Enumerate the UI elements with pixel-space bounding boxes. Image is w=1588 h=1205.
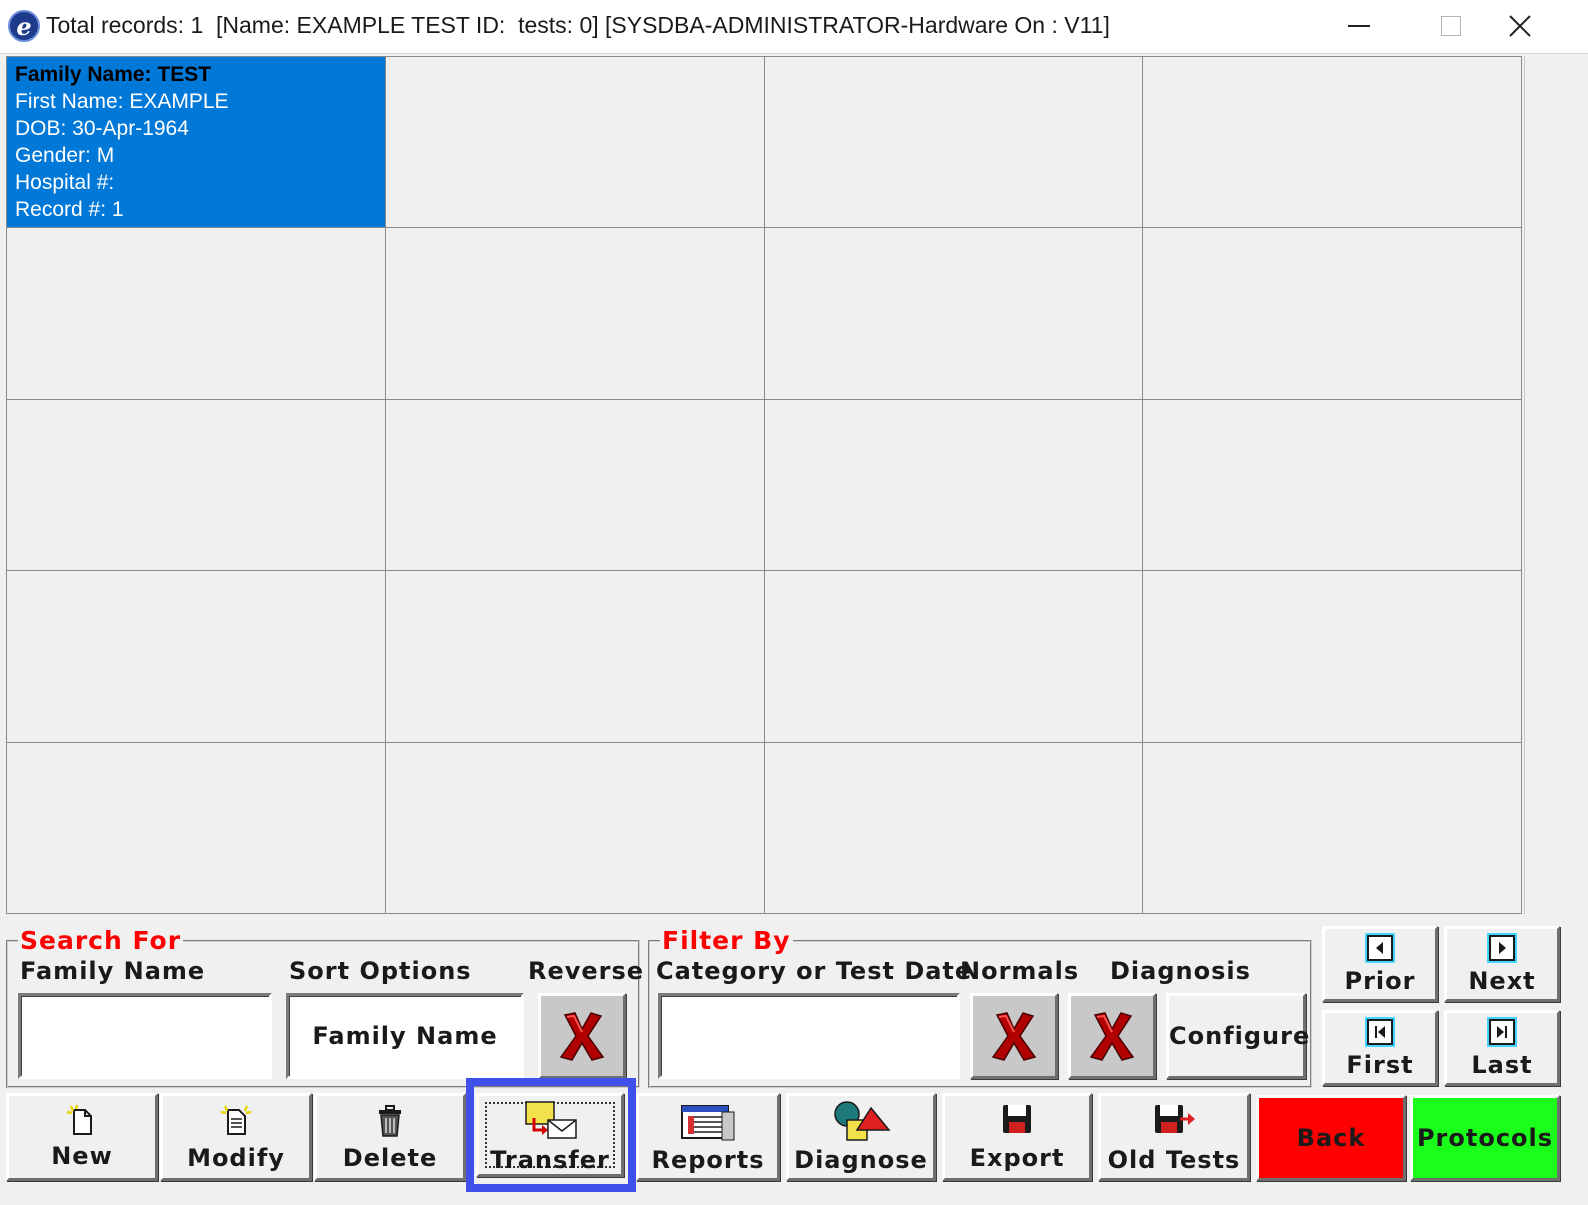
empty-card[interactable] <box>763 741 1143 913</box>
record-hospital: Hospital #: <box>15 171 115 194</box>
next-arrow-icon <box>1489 935 1515 961</box>
diagnose-button[interactable]: Diagnose <box>786 1093 936 1181</box>
red-x-icon <box>991 1012 1037 1061</box>
reports-label: Reports <box>651 1146 765 1174</box>
export-label: Export <box>969 1144 1065 1172</box>
record-gender: Gender: M <box>15 144 115 167</box>
next-label: Next <box>1468 967 1536 995</box>
title-bar: e Total records: 1 [Name: EXAMPLE TEST I… <box>0 0 1588 54</box>
empty-card[interactable] <box>1142 56 1521 228</box>
search-legend: Search For <box>18 926 184 955</box>
normals-toggle-button[interactable] <box>970 993 1058 1079</box>
empty-card[interactable] <box>384 227 764 399</box>
diagnosis-toggle-button[interactable] <box>1068 993 1156 1079</box>
family-name-label: Family Name <box>20 957 206 985</box>
empty-card[interactable] <box>763 398 1143 571</box>
sort-options-label: Sort Options <box>289 957 472 985</box>
delete-button[interactable]: Delete <box>314 1093 466 1181</box>
reverse-label: Reverse <box>528 957 645 985</box>
record-card[interactable]: Family Name: TEST First Name: EXAMPLE DO… <box>6 56 385 228</box>
back-label: Back <box>1296 1124 1366 1152</box>
empty-card[interactable] <box>763 570 1143 742</box>
normals-label: Normals <box>960 957 1080 985</box>
modify-button[interactable]: Modify <box>160 1093 312 1181</box>
trash-icon <box>379 1105 401 1137</box>
family-name-input[interactable] <box>18 993 272 1079</box>
diagnosis-label: Diagnosis <box>1110 957 1251 985</box>
delete-label: Delete <box>342 1144 438 1172</box>
back-button[interactable]: Back <box>1256 1095 1406 1181</box>
prior-button[interactable]: Prior <box>1322 926 1438 1002</box>
close-icon[interactable] <box>1496 0 1588 54</box>
old-tests-button[interactable]: Old Tests <box>1098 1093 1250 1181</box>
diagnose-shapes-icon <box>834 1101 891 1141</box>
last-button[interactable]: Last <box>1444 1010 1560 1086</box>
sort-options-select[interactable]: Family Name <box>286 993 524 1079</box>
app-logo-icon: e <box>8 10 40 42</box>
empty-card[interactable] <box>384 56 764 228</box>
window-title: Total records: 1 [Name: EXAMPLE TEST ID:… <box>46 12 1110 38</box>
last-label: Last <box>1471 1051 1533 1079</box>
sort-options-value: Family Name <box>312 1022 498 1050</box>
empty-card[interactable] <box>1142 570 1521 742</box>
empty-card[interactable] <box>763 227 1143 399</box>
empty-card[interactable] <box>384 741 764 913</box>
category-label: Category or Test Date <box>656 957 973 985</box>
empty-card[interactable] <box>6 741 385 913</box>
red-x-icon <box>1089 1012 1135 1061</box>
prior-label: Prior <box>1344 967 1416 995</box>
red-x-icon <box>559 1012 605 1061</box>
empty-card[interactable] <box>6 570 385 742</box>
vertical-scrollbar[interactable] <box>1524 56 1582 914</box>
maximize-icon[interactable] <box>1404 0 1496 54</box>
record-family-name: Family Name: TEST <box>15 63 212 86</box>
category-input[interactable] <box>658 993 960 1079</box>
old-tests-label: Old Tests <box>1107 1146 1241 1174</box>
filter-legend: Filter By <box>660 926 793 955</box>
new-label: New <box>51 1142 113 1170</box>
protocols-label: Protocols <box>1416 1124 1554 1152</box>
first-arrow-icon <box>1367 1019 1393 1045</box>
new-document-icon <box>66 1104 92 1135</box>
modify-label: Modify <box>187 1144 285 1172</box>
empty-card[interactable] <box>1142 741 1521 913</box>
record-first-name: First Name: EXAMPLE <box>15 90 229 113</box>
diagnose-label: Diagnose <box>794 1146 928 1174</box>
empty-card[interactable] <box>1142 227 1521 399</box>
record-number: Record #: 1 <box>15 198 124 221</box>
empty-card[interactable] <box>6 227 385 399</box>
floppy-disk-icon <box>1003 1105 1031 1133</box>
first-label: First <box>1346 1051 1414 1079</box>
next-button[interactable]: Next <box>1444 926 1560 1002</box>
protocols-button[interactable]: Protocols <box>1410 1095 1560 1181</box>
configure-label: Configure <box>1169 1022 1311 1050</box>
export-button[interactable]: Export <box>942 1093 1092 1181</box>
empty-card[interactable] <box>384 398 764 571</box>
prior-arrow-icon <box>1367 935 1393 961</box>
configure-button[interactable]: Configure <box>1166 993 1309 1079</box>
reverse-toggle-button[interactable] <box>538 993 626 1079</box>
reports-icon <box>681 1105 735 1141</box>
empty-card[interactable] <box>1142 398 1521 571</box>
empty-card[interactable] <box>384 570 764 742</box>
edit-document-icon <box>220 1105 252 1135</box>
last-arrow-icon <box>1489 1019 1515 1045</box>
minimize-icon[interactable] <box>1312 0 1404 54</box>
records-grid: Family Name: TEST First Name: EXAMPLE DO… <box>6 56 1522 914</box>
record-dob: DOB: 30-Apr-1964 <box>15 117 189 140</box>
reports-button[interactable]: Reports <box>636 1093 780 1181</box>
new-button[interactable]: New <box>6 1093 158 1181</box>
keyboard-focus-highlight <box>466 1078 636 1192</box>
floppy-export-icon <box>1155 1105 1195 1133</box>
first-button[interactable]: First <box>1322 1010 1438 1086</box>
empty-card[interactable] <box>763 56 1143 228</box>
empty-card[interactable] <box>6 398 385 571</box>
